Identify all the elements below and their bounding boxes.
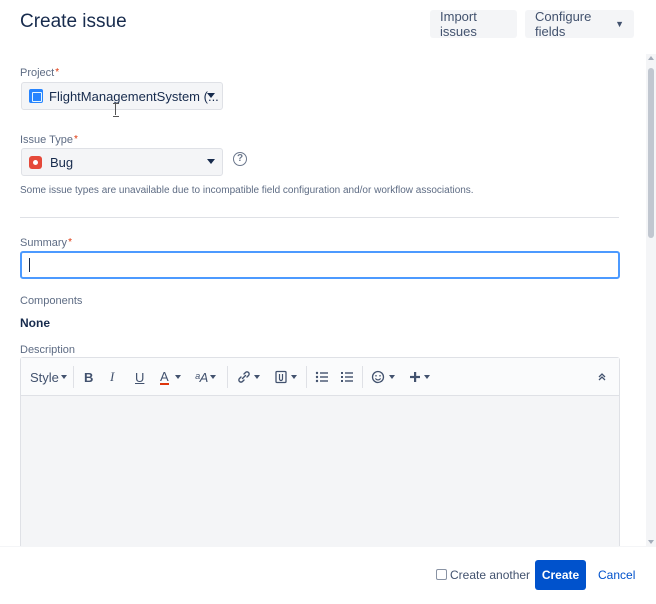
toolbar-separator	[73, 366, 74, 388]
components-label: Components	[20, 295, 83, 307]
insert-button[interactable]	[409, 367, 430, 387]
required-mark: *	[74, 134, 78, 145]
project-select-value: FlightManagementSystem (...	[49, 88, 219, 104]
dialog-header: Create issue Import issues Configure fie…	[0, 0, 656, 50]
attachment-button[interactable]	[273, 367, 297, 387]
issue-type-select-value: Bug	[50, 154, 74, 170]
bold-button[interactable]: B	[84, 367, 93, 387]
chevron-down-icon	[424, 375, 430, 379]
issue-type-label: Issue Type*	[20, 134, 78, 146]
dialog-content[interactable]: Project* FlightManagementSystem (... Iss…	[0, 54, 646, 546]
create-button[interactable]: Create	[535, 560, 586, 590]
numbered-list-icon	[341, 372, 353, 382]
link-icon	[238, 371, 250, 383]
description-editor[interactable]: Style B I U A ᵃA	[20, 357, 620, 546]
scroll-down-icon[interactable]	[648, 540, 654, 544]
issue-type-select[interactable]: Bug	[21, 148, 223, 176]
required-mark: *	[68, 237, 72, 248]
issue-type-label-text: Issue Type	[20, 134, 73, 146]
chevron-down-icon	[210, 375, 217, 379]
text-color-icon: A	[160, 368, 169, 385]
configure-fields-button[interactable]: Configure fields ▼	[525, 9, 634, 39]
chevron-down-icon: ▼	[615, 19, 624, 29]
project-select[interactable]: FlightManagementSystem (...	[21, 82, 223, 110]
style-dropdown-label: Style	[30, 369, 59, 385]
scroll-up-icon[interactable]	[648, 56, 654, 60]
project-label-text: Project	[20, 67, 55, 79]
description-label: Description	[20, 344, 76, 356]
emoji-icon	[371, 370, 385, 384]
import-issues-button[interactable]: Import issues	[430, 9, 517, 39]
chevron-down-icon	[207, 93, 215, 98]
collapse-icon	[598, 373, 606, 381]
bug-icon	[29, 155, 42, 169]
summary-label-text: Summary	[20, 237, 68, 249]
mouse-cursor-icon	[113, 103, 119, 117]
components-value[interactable]: None	[20, 316, 50, 330]
create-another-checkbox[interactable]	[436, 569, 447, 580]
section-divider	[20, 217, 619, 218]
attachment-icon	[275, 370, 287, 384]
toolbar-separator	[362, 366, 363, 388]
bullet-list-icon	[315, 371, 328, 383]
create-another-label[interactable]: Create another	[450, 568, 530, 582]
link-button[interactable]	[236, 367, 260, 387]
chevron-down-icon	[60, 375, 67, 379]
chevron-down-icon	[389, 375, 395, 379]
project-label: Project*	[20, 67, 59, 79]
bullet-list-button[interactable]	[315, 367, 329, 387]
summary-input[interactable]	[20, 251, 620, 279]
toolbar-separator	[227, 366, 228, 388]
chevron-down-icon	[207, 159, 215, 164]
summary-label: Summary*	[20, 237, 72, 249]
collapse-toolbar-button[interactable]	[597, 367, 607, 387]
underline-button[interactable]: U	[135, 367, 144, 387]
italic-button[interactable]: I	[110, 367, 114, 387]
chevron-down-icon	[254, 375, 260, 379]
chevron-down-icon	[291, 375, 297, 379]
more-formatting-icon: ᵃA	[195, 369, 209, 385]
editor-toolbar: Style B I U A ᵃA	[21, 358, 619, 396]
chevron-down-icon	[174, 375, 181, 379]
description-text-area[interactable]	[21, 397, 619, 546]
toolbar-separator	[306, 366, 307, 388]
numbered-list-button[interactable]	[340, 367, 354, 387]
style-dropdown[interactable]: Style	[30, 367, 67, 387]
create-issue-dialog: Create issue Import issues Configure fie…	[0, 0, 656, 604]
configure-fields-label: Configure fields	[535, 9, 592, 39]
scrollbar-thumb[interactable]	[648, 68, 654, 238]
help-icon[interactable]: ?	[233, 152, 247, 166]
project-icon	[29, 89, 43, 103]
emoji-button[interactable]	[371, 367, 395, 387]
more-formatting-button[interactable]: ᵃA	[195, 367, 217, 387]
text-cursor	[29, 258, 30, 272]
text-color-button[interactable]: A	[160, 367, 181, 387]
required-mark: *	[55, 67, 60, 78]
dialog-title: Create issue	[20, 11, 127, 32]
scrollbar[interactable]	[646, 54, 656, 546]
plus-icon	[410, 372, 420, 382]
cancel-button[interactable]: Cancel	[598, 568, 635, 582]
issue-type-note: Some issue types are unavailable due to …	[20, 185, 474, 196]
